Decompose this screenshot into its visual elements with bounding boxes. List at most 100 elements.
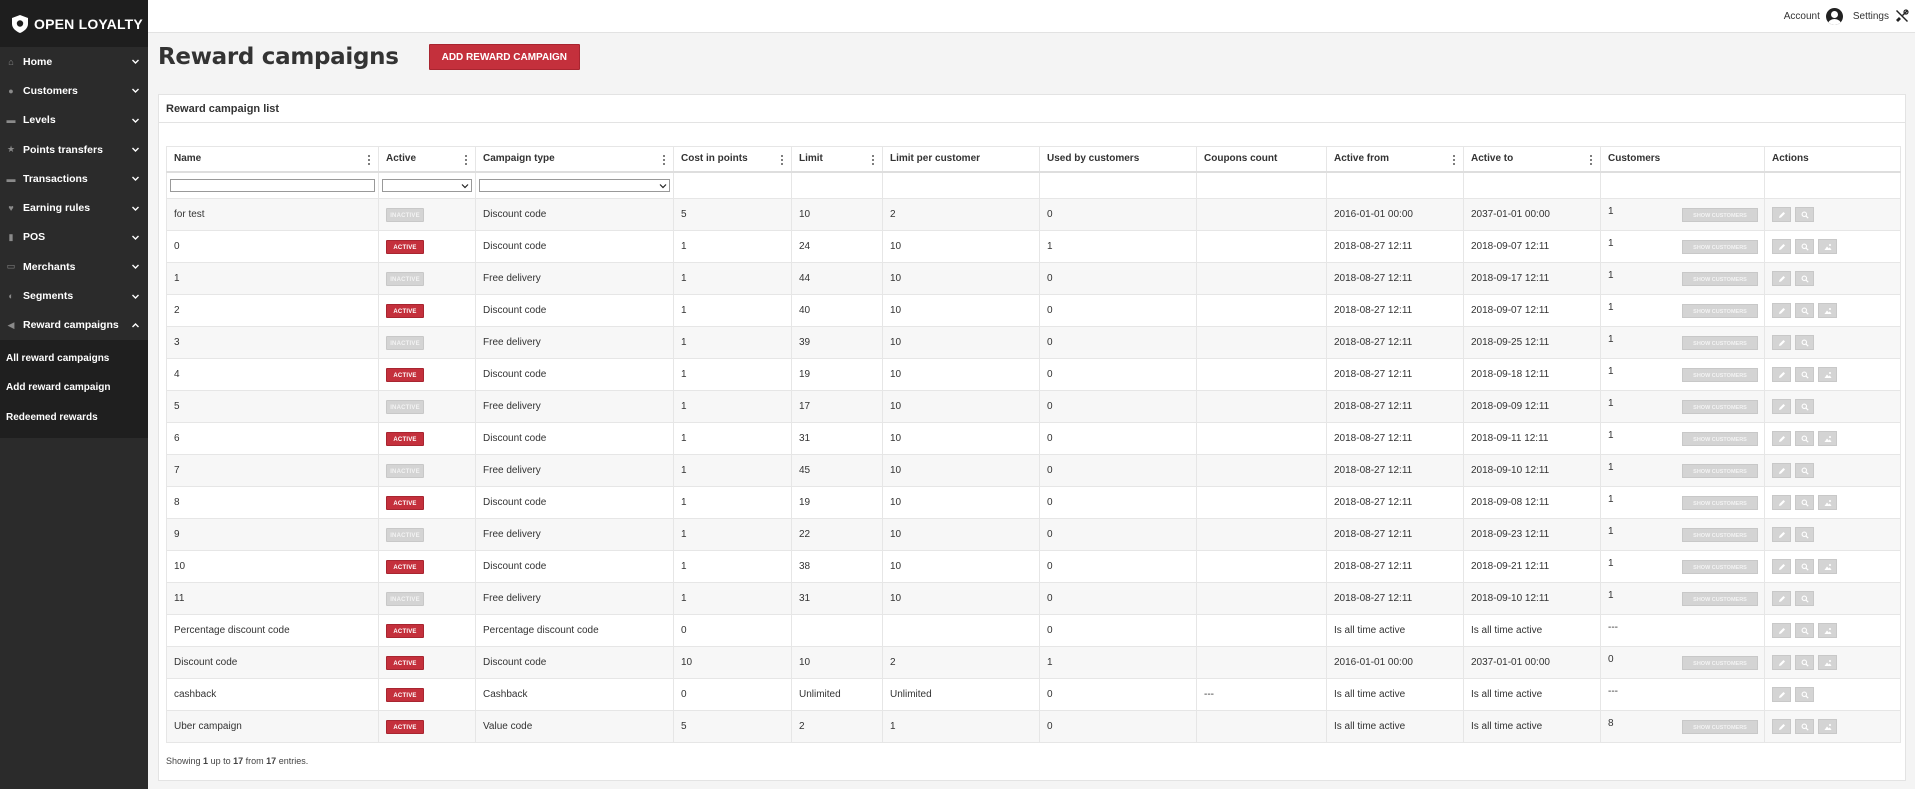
filter-empty-cell <box>1326 171 1464 199</box>
view-button[interactable] <box>1795 207 1814 222</box>
campaign-type-filter-select[interactable] <box>479 178 670 192</box>
edit-button[interactable] <box>1772 719 1791 734</box>
edit-button[interactable] <box>1772 591 1791 606</box>
photo-button[interactable] <box>1818 239 1837 254</box>
edit-button[interactable] <box>1772 655 1791 670</box>
photo-button[interactable] <box>1818 431 1837 446</box>
name-filter-input[interactable] <box>170 178 375 192</box>
edit-button[interactable] <box>1772 559 1791 574</box>
sidebar-item-reward-campaigns[interactable]: ◀ Reward campaigns <box>0 311 148 340</box>
view-button[interactable] <box>1795 719 1814 734</box>
photo-button[interactable] <box>1818 719 1837 734</box>
cell-customers: 1 SHOW CUSTOMERS <box>1600 486 1765 519</box>
show-customers-button[interactable]: SHOW CUSTOMERS <box>1682 496 1758 510</box>
show-customers-button[interactable]: SHOW CUSTOMERS <box>1682 304 1758 318</box>
show-customers-button[interactable]: SHOW CUSTOMERS <box>1682 272 1758 286</box>
show-customers-button[interactable]: SHOW CUSTOMERS <box>1682 336 1758 350</box>
view-button[interactable] <box>1795 687 1814 702</box>
footer-mid1: up to <box>210 756 231 766</box>
view-button[interactable] <box>1795 591 1814 606</box>
view-button[interactable] <box>1795 527 1814 542</box>
cell-cost: 1 <box>673 262 792 295</box>
edit-button[interactable] <box>1772 207 1791 222</box>
sidebar-item-levels[interactable]: ▬ Levels <box>0 106 148 135</box>
view-button[interactable] <box>1795 559 1814 574</box>
show-customers-button[interactable]: SHOW CUSTOMERS <box>1682 560 1758 574</box>
photo-button[interactable] <box>1818 623 1837 638</box>
subnav-item-add-reward-campaign[interactable]: Add reward campaign <box>0 373 148 402</box>
photo-button[interactable] <box>1818 495 1837 510</box>
image-icon <box>1824 627 1831 634</box>
sidebar-item-pos[interactable]: ▮ POS <box>0 223 148 252</box>
view-button[interactable] <box>1795 367 1814 382</box>
cell-used: 0 <box>1039 358 1197 391</box>
cell-limit_per: 10 <box>882 550 1040 583</box>
sidebar-item-customers[interactable]: ● Customers <box>0 76 148 105</box>
column-header-active[interactable]: Active <box>378 146 476 173</box>
edit-button[interactable] <box>1772 367 1791 382</box>
show-customers-button[interactable]: SHOW CUSTOMERS <box>1682 208 1758 222</box>
view-button[interactable] <box>1795 623 1814 638</box>
subnav-item-all-reward-campaigns[interactable]: All reward campaigns <box>0 344 148 373</box>
show-customers-button[interactable]: SHOW CUSTOMERS <box>1682 528 1758 542</box>
view-button[interactable] <box>1795 303 1814 318</box>
column-header-active-from[interactable]: Active from <box>1326 146 1464 173</box>
view-button[interactable] <box>1795 271 1814 286</box>
add-reward-campaign-button[interactable]: ADD REWARD CAMPAIGN <box>428 44 580 70</box>
edit-button[interactable] <box>1772 271 1791 286</box>
edit-button[interactable] <box>1772 495 1791 510</box>
view-button[interactable] <box>1795 399 1814 414</box>
show-customers-button[interactable]: SHOW CUSTOMERS <box>1682 368 1758 382</box>
column-header-active-to[interactable]: Active to <box>1463 146 1601 173</box>
sidebar-item-merchants[interactable]: ▭ Merchants <box>0 252 148 281</box>
show-customers-button[interactable]: SHOW CUSTOMERS <box>1682 592 1758 606</box>
settings-menu[interactable]: Settings <box>1853 9 1909 23</box>
column-header-limit[interactable]: Limit <box>791 146 883 173</box>
show-customers-button[interactable]: SHOW CUSTOMERS <box>1682 464 1758 478</box>
photo-button[interactable] <box>1818 655 1837 670</box>
sidebar-item-points-transfers[interactable]: ★ Points transfers <box>0 135 148 164</box>
edit-button[interactable] <box>1772 463 1791 478</box>
cell-actions <box>1764 198 1901 231</box>
tools-icon <box>1896 9 1909 22</box>
show-customers-button[interactable]: SHOW CUSTOMERS <box>1682 400 1758 414</box>
edit-button[interactable] <box>1772 335 1791 350</box>
logo[interactable]: OPEN LOYALTY <box>0 0 148 47</box>
photo-button[interactable] <box>1818 303 1837 318</box>
sidebar-item-earning-rules[interactable]: ♥ Earning rules <box>0 193 148 222</box>
edit-button[interactable] <box>1772 527 1791 542</box>
cell-type: Discount code <box>475 230 674 263</box>
view-button[interactable] <box>1795 495 1814 510</box>
photo-button[interactable] <box>1818 367 1837 382</box>
sidebar-item-home[interactable]: ⌂ Home <box>0 47 148 76</box>
view-button[interactable] <box>1795 431 1814 446</box>
cell-from: 2018-08-27 12:11 <box>1326 294 1464 327</box>
view-button[interactable] <box>1795 239 1814 254</box>
view-button[interactable] <box>1795 335 1814 350</box>
edit-button[interactable] <box>1772 687 1791 702</box>
subnav-item-redeemed-rewards[interactable]: Redeemed rewards <box>0 403 148 432</box>
edit-button[interactable] <box>1772 431 1791 446</box>
edit-button[interactable] <box>1772 303 1791 318</box>
table-row: 10 ACTIVE Discount code 1 38 10 0 2018-08-27 12… <box>166 550 1901 583</box>
view-button[interactable] <box>1795 463 1814 478</box>
edit-button[interactable] <box>1772 239 1791 254</box>
edit-button[interactable] <box>1772 399 1791 414</box>
edit-button[interactable] <box>1772 623 1791 638</box>
show-customers-button[interactable]: SHOW CUSTOMERS <box>1682 240 1758 254</box>
sidebar-item-segments[interactable]: ◐ Segments <box>0 281 148 310</box>
sidebar-item-transactions[interactable]: ▬ Transactions <box>0 164 148 193</box>
row-actions <box>1772 655 1893 670</box>
column-header-cost-in-points[interactable]: Cost in points <box>673 146 792 173</box>
column-header-name[interactable]: Name <box>166 146 379 173</box>
show-customers-button[interactable]: SHOW CUSTOMERS <box>1682 656 1758 670</box>
photo-button[interactable] <box>1818 559 1837 574</box>
show-customers-button[interactable]: SHOW CUSTOMERS <box>1682 432 1758 446</box>
reward-campaigns-subnav: All reward campaigns Add reward campaign R… <box>0 339 148 438</box>
show-customers-button[interactable]: SHOW CUSTOMERS <box>1682 720 1758 734</box>
view-button[interactable] <box>1795 655 1814 670</box>
active-filter-select[interactable] <box>382 178 472 192</box>
account-menu[interactable]: Account <box>1784 7 1843 25</box>
column-header-campaign-type[interactable]: Campaign type <box>475 146 674 173</box>
chevron-down-icon <box>130 262 140 272</box>
